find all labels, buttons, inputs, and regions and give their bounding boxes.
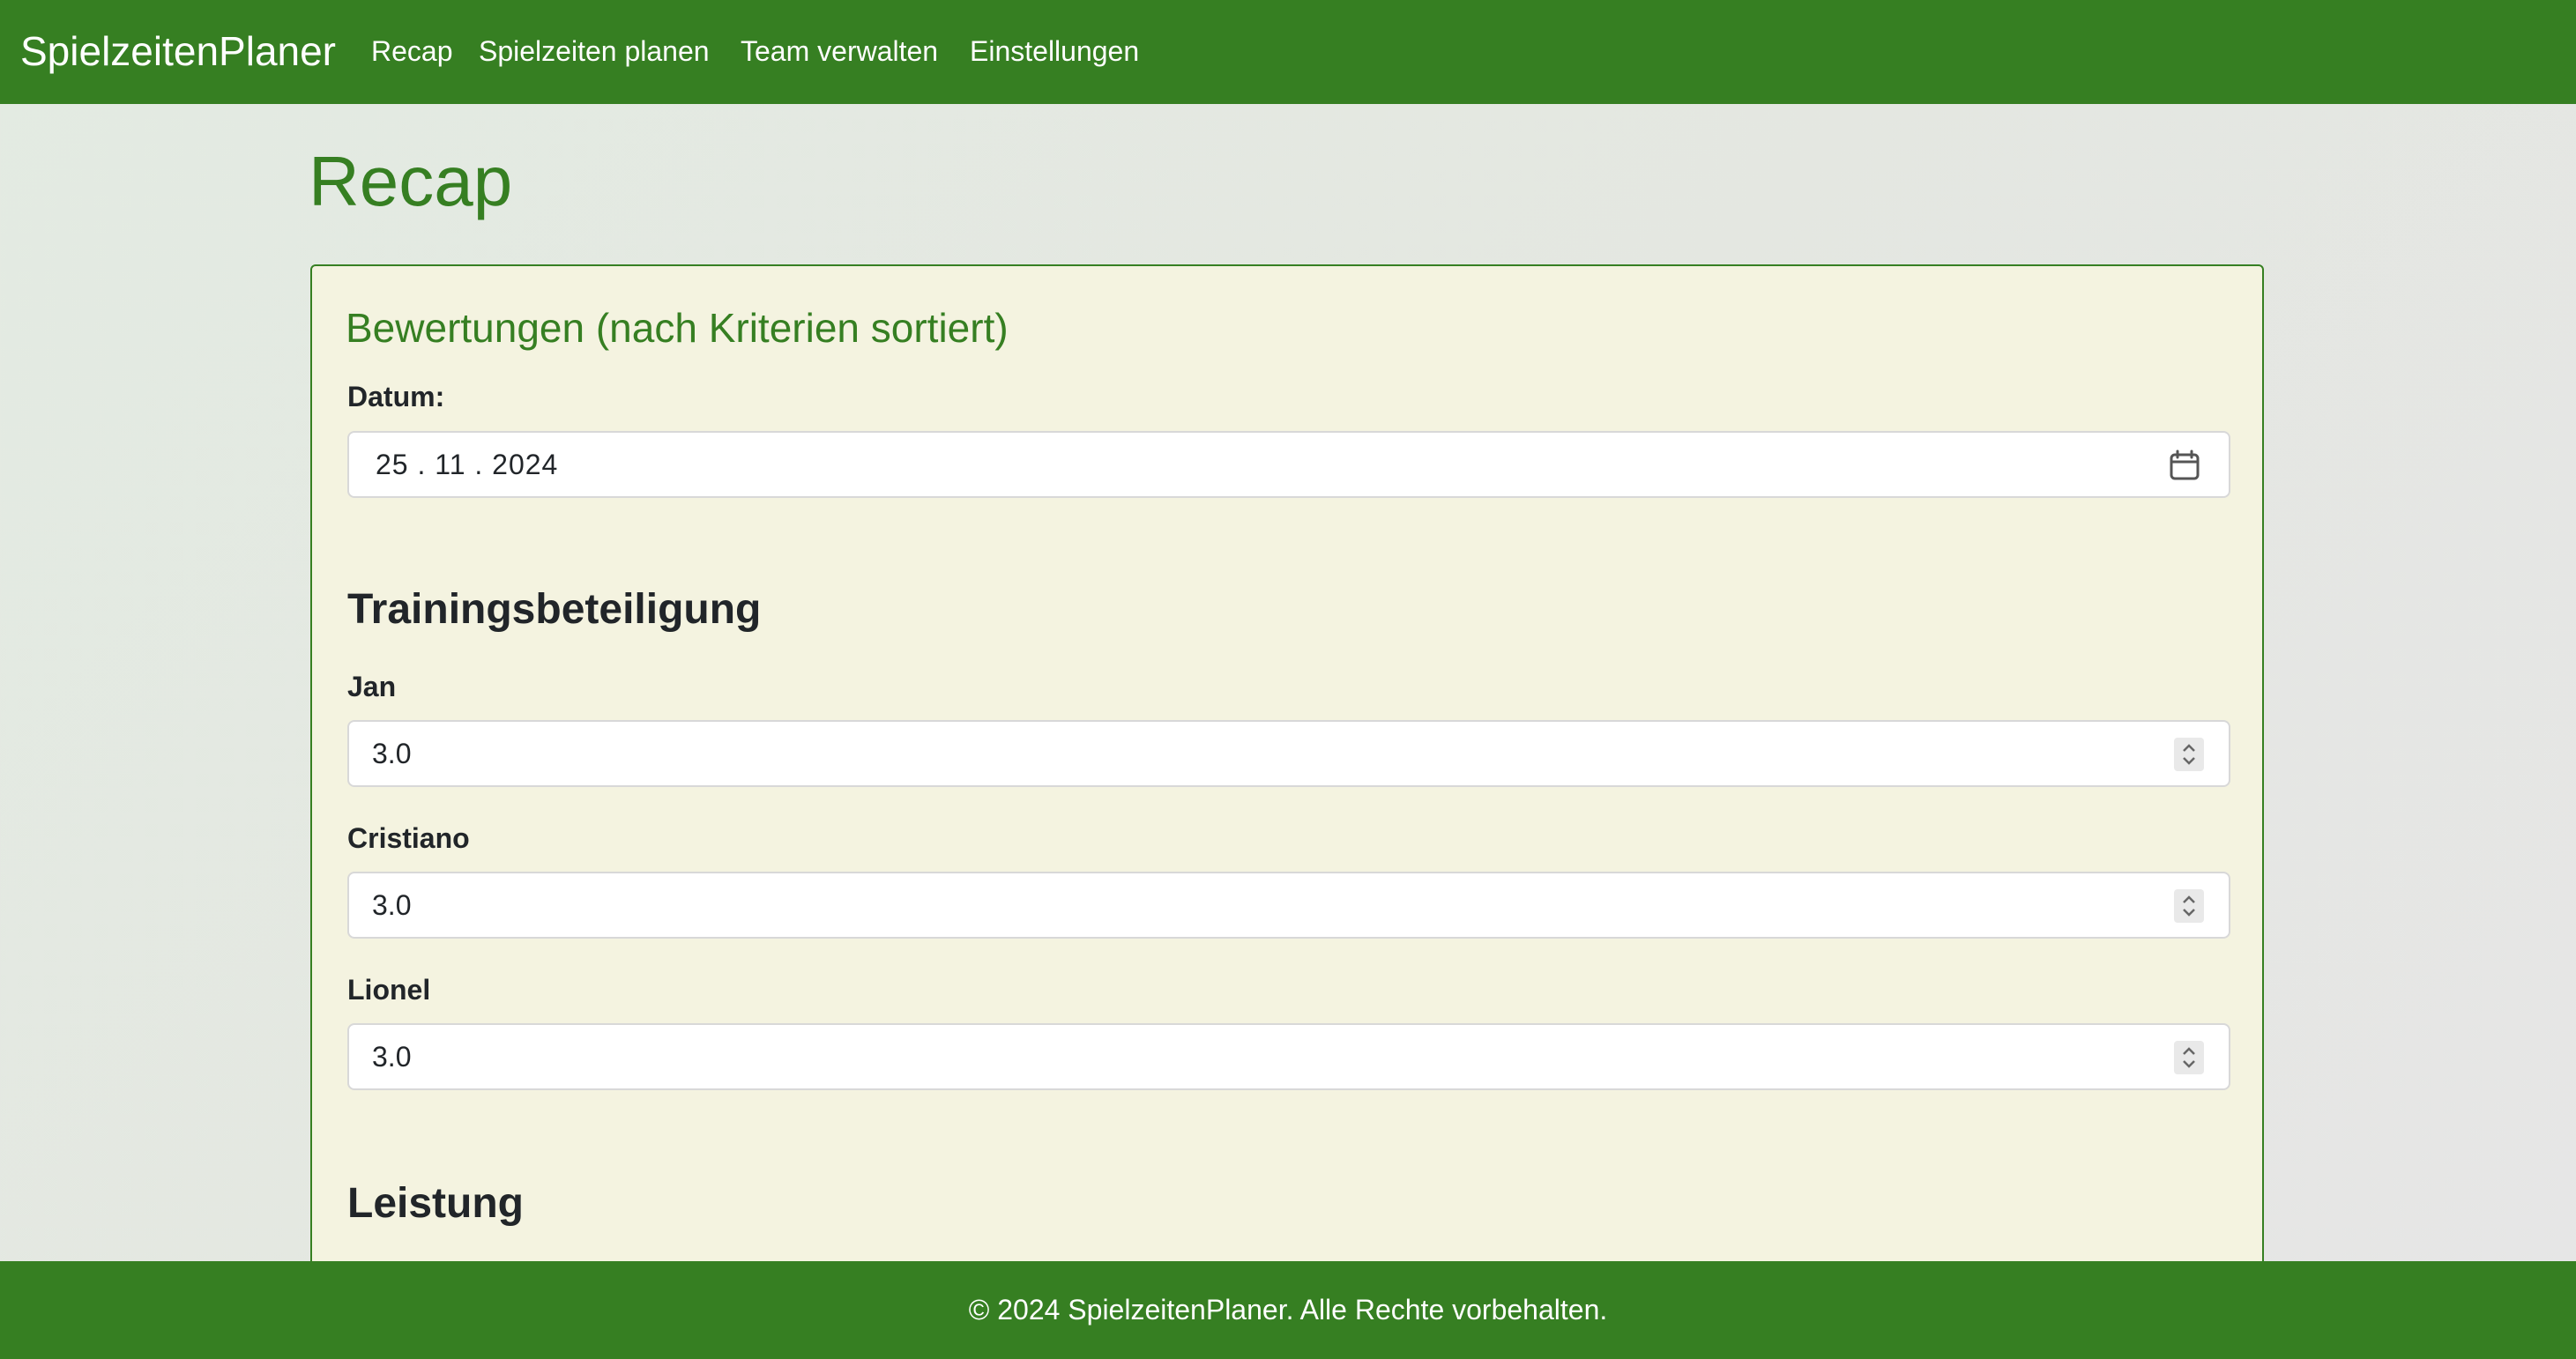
section-heading-leistung: Leistung (347, 1180, 524, 1227)
rating-value: 3.0 (372, 738, 412, 769)
navbar: SpielzeitenPlaner Recap Spielzeiten plan… (0, 0, 2576, 104)
player-label-lionel: Lionel (347, 974, 431, 1006)
nav-item-einstellungen[interactable]: Einstellungen (970, 32, 1139, 71)
spinner-icon[interactable] (2174, 738, 2204, 771)
player-label-cristiano: Cristiano (347, 822, 470, 854)
date-value: 25 . 11 . 2024 (376, 449, 559, 480)
footer-copyright: © 2024 SpielzeitenPlaner. Alle Rechte vo… (968, 1294, 1608, 1326)
nav-item-spielzeiten-planen[interactable]: Spielzeiten planen (479, 32, 710, 71)
date-label: Datum: (347, 381, 445, 412)
footer: © 2024 SpielzeitenPlaner. Alle Rechte vo… (0, 1261, 2576, 1359)
rating-value: 3.0 (372, 889, 412, 921)
rating-input-lionel[interactable]: 3.0 (347, 1023, 2230, 1090)
spinner-icon[interactable] (2174, 889, 2204, 923)
card-title: Bewertungen (nach Kriterien sortiert) (346, 305, 1009, 351)
brand-logo[interactable]: SpielzeitenPlaner (20, 25, 336, 78)
player-label-jan: Jan (347, 671, 397, 702)
calendar-icon[interactable] (2169, 449, 2200, 481)
nav-item-recap[interactable]: Recap (371, 32, 453, 71)
rating-input-cristiano[interactable]: 3.0 (347, 872, 2230, 939)
page-title: Recap (309, 142, 513, 220)
rating-input-jan[interactable]: 3.0 (347, 720, 2230, 787)
ratings-card (310, 264, 2264, 1359)
date-input[interactable]: 25 . 11 . 2024 (347, 431, 2230, 498)
section-heading-trainingsbeteiligung: Trainingsbeteiligung (347, 586, 762, 633)
rating-value: 3.0 (372, 1041, 412, 1073)
spinner-icon[interactable] (2174, 1041, 2204, 1074)
nav-item-team-verwalten[interactable]: Team verwalten (741, 32, 938, 71)
